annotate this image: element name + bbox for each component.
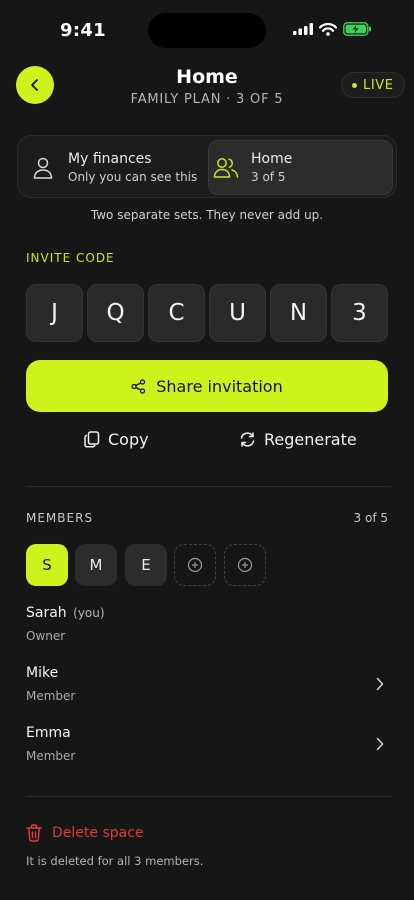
delete-space-button[interactable]: Delete space — [26, 824, 144, 842]
copy-icon — [84, 431, 100, 448]
member-name-text: Emma — [26, 725, 71, 741]
avatar-emma[interactable]: E — [125, 544, 167, 586]
share-invitation-label: Share invitation — [156, 376, 283, 396]
copy-label: Copy — [108, 430, 149, 449]
code-character: C — [148, 284, 205, 342]
member-role: Owner — [26, 629, 66, 643]
code-character: U — [209, 284, 266, 342]
code-character: 3 — [331, 284, 388, 342]
member-name-text: Mike — [26, 665, 59, 681]
members-label: MEMBERS — [26, 511, 94, 525]
status-time: 9:41 — [60, 20, 106, 41]
group-icon — [213, 157, 239, 178]
member-row-emma[interactable]: Emma Member — [0, 720, 414, 768]
switcher-option-sub: Only you can see this — [68, 170, 198, 184]
delete-note: It is deleted for all 3 members. — [26, 854, 204, 868]
you-tag: (you) — [73, 606, 105, 620]
invite-code-label: INVITE CODE — [26, 251, 115, 265]
member-row-mike[interactable]: Mike Member — [0, 660, 414, 708]
regenerate-label: Regenerate — [264, 430, 357, 449]
members-count: 3 of 5 — [353, 511, 388, 525]
member-name-sarah: Sarah (you) — [26, 605, 105, 621]
add-member-slot[interactable] — [224, 544, 266, 586]
member-role: Member — [26, 749, 76, 763]
add-circle-icon — [237, 557, 253, 573]
dynamic-island — [148, 13, 266, 48]
code-character: J — [26, 284, 83, 342]
code-character: N — [270, 284, 327, 342]
trash-icon — [26, 824, 42, 842]
member-role: Member — [26, 689, 76, 703]
avatar-sarah[interactable]: S — [26, 544, 68, 586]
member-name-text: Sarah — [26, 605, 67, 621]
delete-space-label: Delete space — [52, 825, 144, 841]
refresh-icon — [240, 432, 255, 447]
divider — [26, 796, 391, 797]
code-character: Q — [87, 284, 144, 342]
regenerate-button[interactable]: Regenerate — [239, 430, 357, 449]
avatar-mike[interactable]: M — [75, 544, 117, 586]
add-circle-icon — [187, 557, 203, 573]
battery-charging-icon — [343, 22, 371, 36]
switcher-option-label: My finances — [68, 151, 152, 167]
chevron-right-icon — [376, 737, 384, 751]
divider — [26, 486, 391, 487]
space-switcher: My finances Only you can see this Home 3… — [17, 135, 397, 198]
person-icon — [33, 157, 53, 179]
live-badge-label: LIVE — [363, 77, 394, 93]
chevron-right-icon — [376, 677, 384, 691]
switcher-option-sub: 3 of 5 — [251, 170, 286, 184]
share-icon — [131, 378, 146, 394]
switcher-option-my-finances[interactable]: My finances Only you can see this — [26, 140, 214, 195]
switcher-option-label: Home — [251, 151, 293, 167]
live-dot-icon — [352, 82, 357, 88]
signal-icon — [293, 23, 313, 35]
add-member-slot[interactable] — [174, 544, 216, 586]
switcher-option-home[interactable]: Home 3 of 5 — [208, 140, 393, 195]
wifi-icon — [319, 22, 337, 36]
live-badge: LIVE — [341, 72, 405, 98]
share-invitation-button[interactable]: Share invitation — [26, 360, 388, 412]
status-icons — [293, 22, 372, 36]
copy-button[interactable]: Copy — [84, 430, 149, 449]
switcher-note: Two separate sets. They never add up. — [90, 208, 324, 222]
